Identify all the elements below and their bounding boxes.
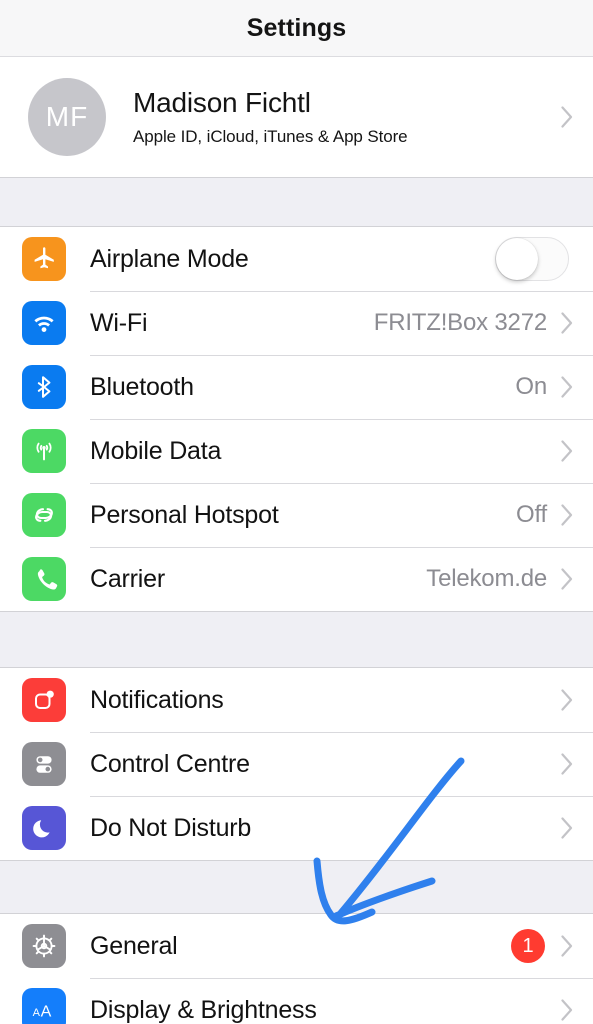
row-control-centre[interactable]: Control Centre — [0, 732, 593, 796]
row-label-do-not-disturb: Do Not Disturb — [90, 813, 252, 842]
text-size-aa-icon: A A — [22, 988, 66, 1024]
row-notifications[interactable]: Notifications — [0, 668, 593, 732]
navigation-bar: Settings — [0, 0, 593, 57]
row-display-brightness[interactable]: A A Display & Brightness — [0, 978, 593, 1024]
toggle-knob — [496, 238, 538, 280]
wifi-icon — [22, 301, 66, 345]
hotspot-link-icon — [22, 493, 66, 537]
chevron-right-icon — [561, 376, 573, 398]
control-centre-icon — [22, 742, 66, 786]
account-name: Madison Fichtl — [133, 87, 311, 119]
row-value-personal-hotspot: Off — [516, 501, 547, 528]
airplane-mode-toggle[interactable] — [495, 237, 569, 281]
section-gap-2 — [0, 612, 593, 667]
row-value-bluetooth: On — [515, 373, 547, 400]
row-label-control-centre: Control Centre — [90, 749, 250, 778]
phone-handset-icon — [22, 557, 66, 601]
row-label-bluetooth: Bluetooth — [90, 372, 194, 401]
row-label-carrier: Carrier — [90, 564, 165, 593]
gear-icon — [22, 924, 66, 968]
row-label-notifications: Notifications — [90, 685, 224, 714]
chevron-right-icon — [561, 817, 573, 839]
row-label-personal-hotspot: Personal Hotspot — [90, 500, 279, 529]
row-airplane-mode[interactable]: Airplane Mode — [0, 227, 593, 291]
row-value-wifi: FRITZ!Box 3272 — [373, 309, 547, 336]
apple-id-row[interactable]: MF Madison Fichtl Apple ID, iCloud, iTun… — [0, 57, 593, 177]
chevron-right-icon — [561, 312, 573, 334]
row-wifi[interactable]: Wi-Fi FRITZ!Box 3272 — [0, 291, 593, 355]
settings-screen: Settings MF Madison Fichtl Apple ID, iCl… — [0, 0, 593, 1024]
svg-text:A: A — [33, 1007, 41, 1019]
avatar: MF — [28, 78, 106, 156]
row-general[interactable]: General 1 — [0, 914, 593, 978]
row-mobile-data[interactable]: Mobile Data — [0, 419, 593, 483]
alerts-group: Notifications Control Centre Do Not Dist… — [0, 667, 593, 861]
system-group: General 1 A A Display & Brightness — [0, 913, 593, 1024]
chevron-right-icon — [561, 999, 573, 1021]
row-do-not-disturb[interactable]: Do Not Disturb — [0, 796, 593, 860]
row-carrier[interactable]: Carrier Telekom.de — [0, 547, 593, 611]
account-subtitle: Apple ID, iCloud, iTunes & App Store — [133, 126, 408, 146]
page-title: Settings — [246, 13, 347, 42]
chevron-right-icon — [561, 935, 573, 957]
chevron-right-icon — [561, 504, 573, 526]
row-personal-hotspot[interactable]: Personal Hotspot Off — [0, 483, 593, 547]
row-label-mobile-data: Mobile Data — [90, 436, 222, 465]
badge-count: 1 — [522, 934, 534, 957]
bluetooth-icon — [22, 365, 66, 409]
status-badge: 1 — [511, 929, 545, 963]
account-text: Madison Fichtl Apple ID, iCloud, iTunes … — [133, 87, 561, 146]
row-label-display-brightness: Display & Brightness — [90, 995, 317, 1024]
cellular-antenna-icon — [22, 429, 66, 473]
chevron-right-icon — [561, 568, 573, 590]
chevron-right-icon — [561, 689, 573, 711]
row-value-carrier: Telekom.de — [426, 565, 547, 592]
connectivity-group: Airplane Mode Wi-Fi FRITZ!Box 3272 Bluet… — [0, 226, 593, 612]
chevron-right-icon — [561, 440, 573, 462]
section-gap-3 — [0, 861, 593, 913]
moon-icon — [22, 806, 66, 850]
row-label-airplane-mode: Airplane Mode — [90, 244, 249, 273]
account-group: MF Madison Fichtl Apple ID, iCloud, iTun… — [0, 57, 593, 178]
avatar-initials: MF — [45, 101, 89, 132]
notifications-icon — [22, 678, 66, 722]
chevron-right-icon — [561, 753, 573, 775]
section-gap-1 — [0, 178, 593, 226]
row-label-general: General — [90, 931, 178, 960]
row-bluetooth[interactable]: Bluetooth On — [0, 355, 593, 419]
chevron-right-icon — [561, 106, 573, 128]
svg-text:A: A — [41, 1003, 52, 1020]
airplane-icon — [22, 237, 66, 281]
row-label-wifi: Wi-Fi — [90, 308, 148, 337]
